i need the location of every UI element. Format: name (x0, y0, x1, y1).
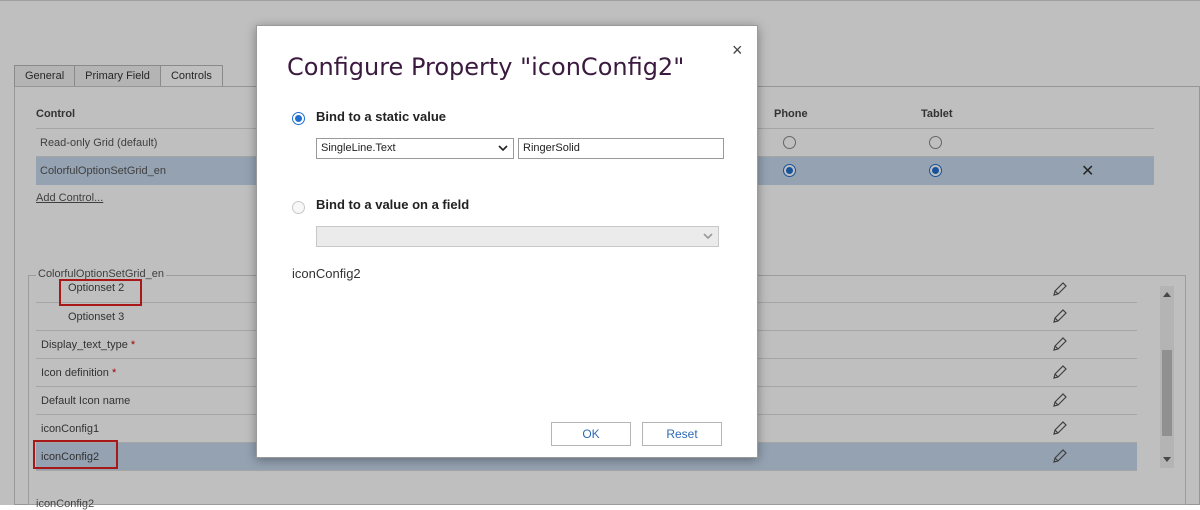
static-type-select[interactable]: SingleLine.Text (316, 138, 514, 159)
field-value-label: Bind to a value on a field (316, 197, 470, 212)
property-name-label: iconConfig2 (292, 266, 361, 281)
reset-button[interactable]: Reset (642, 422, 722, 446)
static-value-radio[interactable] (292, 112, 305, 125)
field-select[interactable] (316, 226, 719, 247)
field-value-radio[interactable] (292, 201, 305, 214)
dialog-title: Configure Property "iconConfig2" (287, 53, 685, 81)
configure-property-dialog: Configure Property "iconConfig2" × Bind … (256, 25, 758, 458)
ok-button[interactable]: OK (551, 422, 631, 446)
chevron-down-icon (703, 233, 713, 240)
close-icon[interactable]: × (732, 40, 743, 61)
static-value-input[interactable]: RingerSolid (518, 138, 724, 159)
chevron-down-icon (498, 145, 508, 152)
static-type-value: SingleLine.Text (321, 142, 396, 154)
static-value-label: Bind to a static value (316, 109, 447, 124)
